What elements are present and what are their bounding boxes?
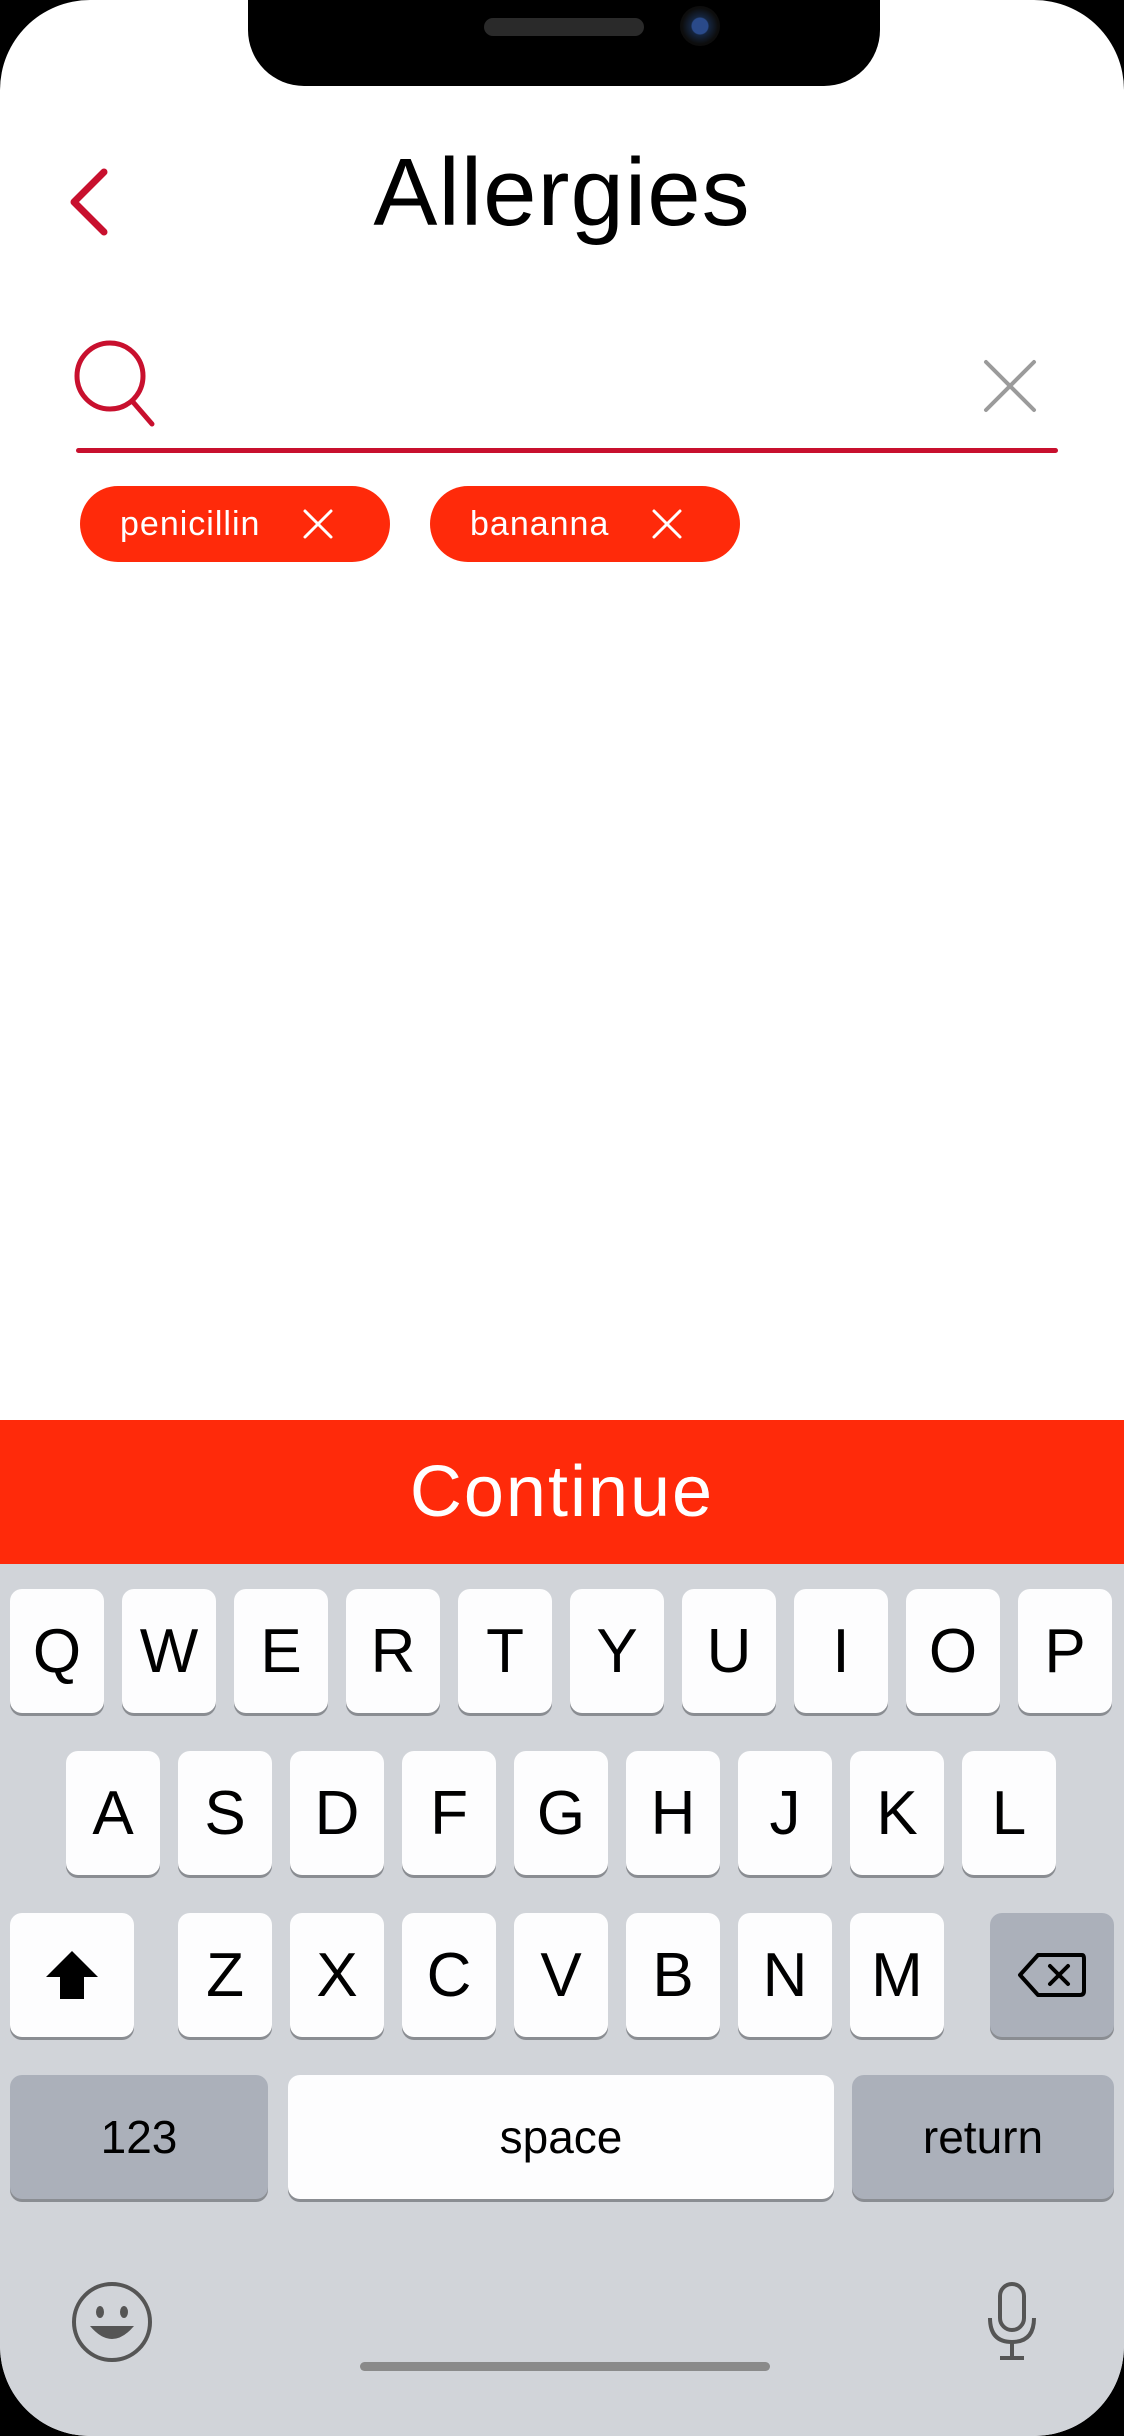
numbers-key[interactable]: 123 [10, 2075, 268, 2199]
key-r[interactable]: R [346, 1589, 440, 1713]
front-camera [680, 6, 720, 46]
shift-icon [46, 1951, 98, 1999]
search-icon [72, 336, 162, 432]
backspace-icon [1018, 1953, 1086, 1997]
key-i[interactable]: I [794, 1589, 888, 1713]
space-key[interactable]: space [288, 2075, 834, 2199]
key-y[interactable]: Y [570, 1589, 664, 1713]
key-w[interactable]: W [122, 1589, 216, 1713]
close-icon [984, 360, 1036, 412]
key-h[interactable]: H [626, 1751, 720, 1875]
key-t[interactable]: T [458, 1589, 552, 1713]
key-b[interactable]: B [626, 1913, 720, 2037]
phone-screen: Allergies penicillin bananna Continue Q … [0, 0, 1124, 2436]
keyboard: Q W E R T Y U I O P A S D F G H J K L Z … [0, 1564, 1124, 2436]
key-g[interactable]: G [514, 1751, 608, 1875]
device-notch [248, 0, 880, 86]
search-input[interactable] [180, 340, 944, 432]
key-j[interactable]: J [738, 1751, 832, 1875]
key-o[interactable]: O [906, 1589, 1000, 1713]
remove-chip-button[interactable] [302, 508, 334, 540]
allergy-chip: bananna [430, 486, 740, 562]
key-p[interactable]: P [1018, 1589, 1112, 1713]
delete-key[interactable] [990, 1913, 1114, 2037]
home-indicator [360, 2362, 770, 2371]
page-title: Allergies [373, 139, 751, 246]
clear-search-button[interactable] [982, 358, 1038, 414]
key-c[interactable]: C [402, 1913, 496, 2037]
key-u[interactable]: U [682, 1589, 776, 1713]
continue-button[interactable]: Continue [0, 1420, 1124, 1564]
search-underline [76, 448, 1058, 453]
microphone-icon [988, 2282, 1036, 2360]
dictation-button[interactable] [982, 2280, 1042, 2364]
key-q[interactable]: Q [10, 1589, 104, 1713]
key-e[interactable]: E [234, 1589, 328, 1713]
key-d[interactable]: D [290, 1751, 384, 1875]
chip-label: penicillin [120, 504, 261, 543]
key-n[interactable]: N [738, 1913, 832, 2037]
key-a[interactable]: A [66, 1751, 160, 1875]
emoji-icon [72, 2282, 152, 2362]
key-v[interactable]: V [514, 1913, 608, 2037]
key-z[interactable]: Z [178, 1913, 272, 2037]
key-f[interactable]: F [402, 1751, 496, 1875]
shift-key[interactable] [10, 1913, 134, 2037]
key-m[interactable]: M [850, 1913, 944, 2037]
key-s[interactable]: S [178, 1751, 272, 1875]
return-key[interactable]: return [852, 2075, 1114, 2199]
key-x[interactable]: X [290, 1913, 384, 2037]
key-k[interactable]: K [850, 1751, 944, 1875]
remove-chip-button[interactable] [651, 508, 683, 540]
chip-label: bananna [470, 504, 610, 543]
close-icon [303, 509, 333, 539]
allergy-chip: penicillin [80, 486, 390, 562]
emoji-button[interactable] [70, 2280, 154, 2364]
close-icon [652, 509, 682, 539]
key-l[interactable]: L [962, 1751, 1056, 1875]
speaker-grille [484, 18, 644, 36]
